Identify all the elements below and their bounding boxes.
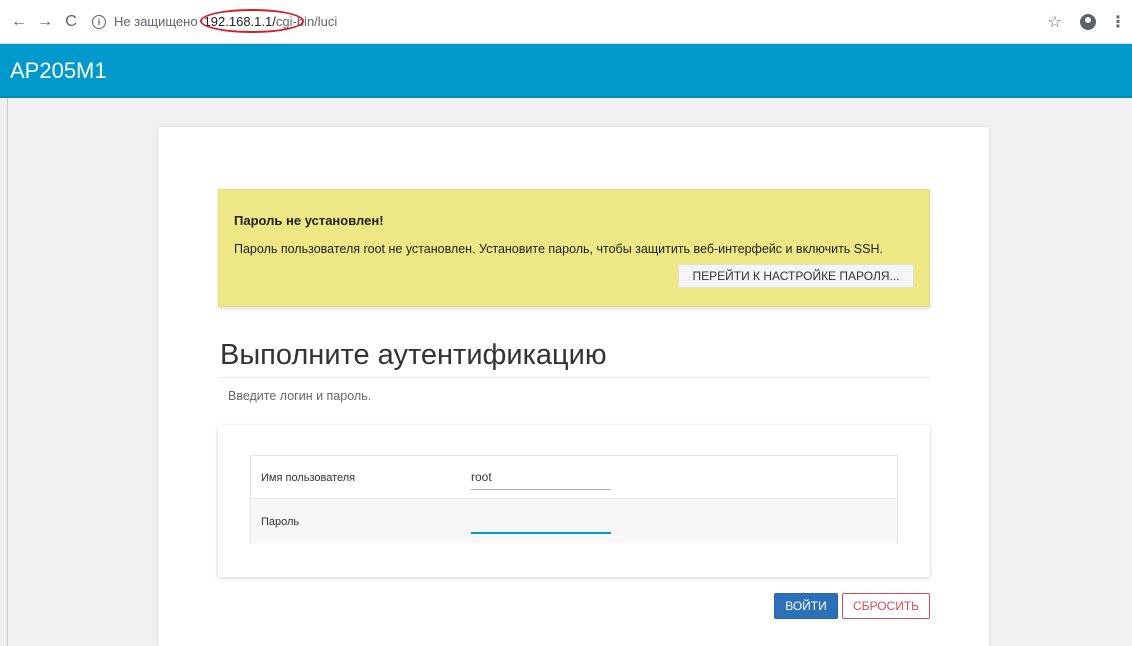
page-title: Выполните аутентификацию bbox=[220, 339, 607, 371]
url-path: cgi-bin/luci bbox=[275, 14, 338, 29]
info-icon[interactable]: i bbox=[92, 14, 106, 29]
brand-name[interactable]: AP205M1 bbox=[10, 58, 107, 84]
login-form-panel: Имя пользователя Пароль bbox=[218, 425, 930, 577]
password-label: Пароль bbox=[261, 516, 300, 528]
browser-actions: ☆ ⋮ bbox=[1048, 0, 1132, 44]
star-icon[interactable]: ☆ bbox=[1048, 12, 1062, 32]
forward-icon[interactable]: → bbox=[34, 11, 56, 33]
left-frame-edge bbox=[0, 98, 8, 646]
go-to-password-settings-button[interactable]: ПЕРЕЙТИ К НАСТРОЙКЕ ПАРОЛЯ... bbox=[678, 264, 914, 288]
username-input[interactable] bbox=[471, 464, 611, 490]
title-divider bbox=[218, 377, 930, 378]
alert-text: Пароль пользователя root не установлен. … bbox=[234, 242, 883, 256]
reload-icon[interactable]: C bbox=[60, 11, 82, 33]
login-form-table: Имя пользователя Пароль bbox=[250, 455, 898, 543]
password-row: Пароль bbox=[251, 500, 897, 543]
url-host: 192.168.1.1/ bbox=[203, 14, 276, 29]
alert-title: Пароль не установлен! bbox=[234, 213, 384, 228]
main-content: Пароль не установлен! Пароль пользовател… bbox=[158, 127, 989, 646]
password-input[interactable] bbox=[471, 508, 611, 534]
kebab-menu-icon[interactable]: ⋮ bbox=[1110, 12, 1126, 32]
username-label: Имя пользователя bbox=[261, 472, 356, 484]
url-text[interactable]: 192.168.1.1/ cgi-bin/luci bbox=[199, 9, 338, 33]
reset-button[interactable]: СБРОСИТЬ bbox=[842, 593, 930, 619]
account-icon[interactable] bbox=[1080, 14, 1096, 30]
password-warning-alert: Пароль не установлен! Пароль пользовател… bbox=[218, 189, 930, 307]
username-row: Имя пользователя bbox=[251, 456, 897, 499]
page-subtitle: Введите логин и пароль. bbox=[228, 389, 372, 403]
back-icon[interactable]: ← bbox=[8, 11, 30, 33]
login-button[interactable]: ВОЙТИ bbox=[774, 593, 838, 619]
address-bar[interactable]: i Не защищено 192.168.1.1/ cgi-bin/luci bbox=[92, 8, 337, 36]
security-label: Не защищено bbox=[114, 14, 198, 29]
browser-toolbar: ← → C i Не защищено 192.168.1.1/ cgi-bin… bbox=[0, 0, 1132, 44]
app-header: AP205M1 bbox=[0, 44, 1132, 98]
